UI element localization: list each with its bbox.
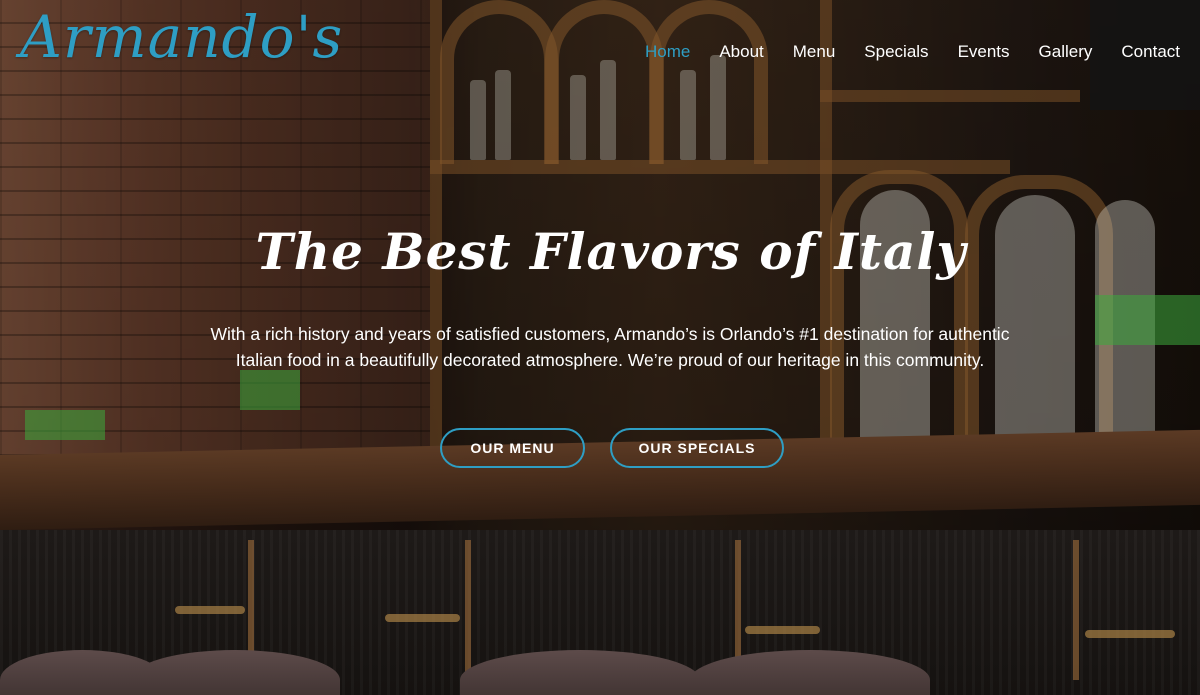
arch-graphic <box>650 0 768 164</box>
bottle-graphic <box>600 60 616 160</box>
our-specials-button[interactable]: OUR SPECIALS <box>610 428 784 468</box>
nav-item-gallery[interactable]: Gallery <box>1039 42 1093 62</box>
nav-item-events[interactable]: Events <box>958 42 1010 62</box>
shelf-graphic <box>820 90 1080 102</box>
bar-handle-graphic <box>385 614 460 622</box>
sign-graphic <box>1095 295 1200 345</box>
bar-handle-graphic <box>745 626 820 634</box>
site-logo[interactable]: Armando's <box>20 8 343 66</box>
bottle-graphic <box>680 70 696 160</box>
nav-item-contact[interactable]: Contact <box>1121 42 1180 62</box>
main-nav: Home About Menu Specials Events Gallery … <box>645 42 1180 62</box>
page: Armando's Home About Menu Specials Event… <box>0 0 1200 695</box>
bottle-graphic <box>470 80 486 160</box>
bar-handle-graphic <box>1085 630 1175 638</box>
hero-description: With a rich history and years of satisfi… <box>210 324 1010 370</box>
bar-post-graphic <box>465 540 471 680</box>
hero-title: The Best Flavors of Italy <box>255 222 967 281</box>
our-menu-button[interactable]: OUR MENU <box>440 428 585 468</box>
sign-graphic <box>240 370 300 410</box>
nav-item-specials[interactable]: Specials <box>864 42 928 62</box>
nav-item-about[interactable]: About <box>719 42 763 62</box>
sign-graphic <box>25 410 105 440</box>
bottle-graphic <box>570 75 586 160</box>
bottle-graphic <box>495 70 511 160</box>
nav-item-menu[interactable]: Menu <box>793 42 836 62</box>
bottle-graphic <box>710 55 726 160</box>
bar-handle-graphic <box>175 606 245 614</box>
bar-post-graphic <box>1073 540 1079 680</box>
nav-item-home[interactable]: Home <box>645 42 690 62</box>
